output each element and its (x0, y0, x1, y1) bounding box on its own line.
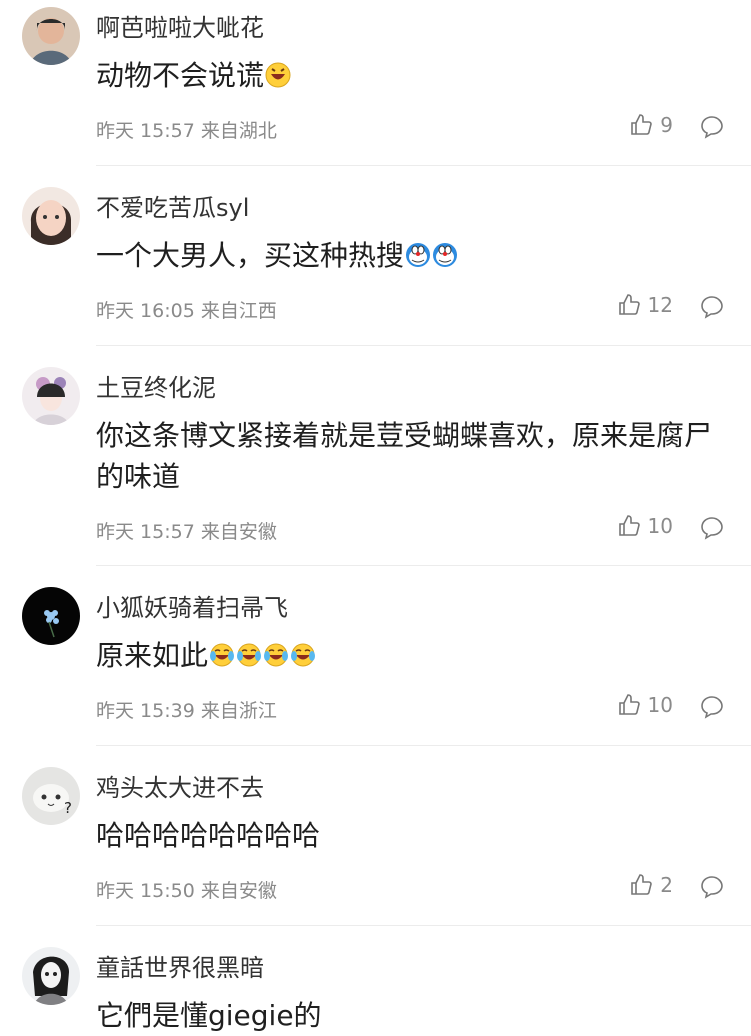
username[interactable]: 啊芭啦啦大呲花 (96, 13, 264, 43)
thumbs-up-icon (618, 515, 640, 536)
like-button[interactable]: 10 (617, 693, 673, 717)
avatar[interactable]: ? (22, 767, 80, 825)
comment-meta: 昨天 15:57 来自湖北 (96, 120, 277, 142)
comment-text: 一个大男人，买这种热搜 (96, 235, 726, 276)
doraemon-emoji-icon (406, 243, 431, 267)
laughing-emoji-icon (265, 62, 291, 88)
like-button[interactable]: 2 (629, 873, 673, 897)
comment-item: ? 鸡头太大进不去 哈哈哈哈哈哈哈哈 昨天 15:50 来自安徽 2 (0, 760, 751, 926)
svg-text:?: ? (64, 799, 72, 817)
comment-item: 小狐妖骑着扫帚飞 原来如此 昨天 15:39 来自浙江 10 (0, 580, 751, 746)
comment-bubble-icon[interactable] (699, 515, 725, 541)
comment-bubble-icon[interactable] (699, 294, 725, 320)
divider (96, 165, 751, 166)
comment-meta: 昨天 15:57 来自安徽 (96, 521, 277, 543)
tears-of-joy-emoji-icon (210, 643, 235, 667)
like-count: 10 (647, 514, 673, 538)
comment-item: 啊芭啦啦大呲花 动物不会说谎 昨天 15:57 来自湖北 9 (0, 0, 751, 166)
username[interactable]: 小狐妖骑着扫帚飞 (96, 593, 288, 623)
avatar[interactable] (22, 587, 80, 645)
thumbs-up-icon (631, 874, 653, 895)
like-count: 10 (647, 693, 673, 717)
avatar[interactable] (22, 187, 80, 245)
like-count: 9 (660, 113, 673, 137)
like-button[interactable]: 12 (617, 293, 673, 317)
like-count: 12 (647, 293, 673, 317)
avatar[interactable] (22, 367, 80, 425)
divider (96, 745, 751, 746)
comment-bubble-icon[interactable] (699, 694, 725, 720)
like-button[interactable]: 9 (629, 113, 673, 137)
comment-meta: 昨天 15:50 来自安徽 (96, 880, 277, 902)
comment-meta: 昨天 16:05 来自江西 (96, 300, 277, 322)
comment-bubble-icon[interactable] (699, 874, 725, 900)
comment-meta: 昨天 15:39 来自浙江 (96, 700, 277, 722)
comment-bubble-icon[interactable] (699, 114, 725, 140)
tears-of-joy-emoji-icon (237, 643, 262, 667)
like-count: 2 (660, 873, 673, 897)
avatar[interactable] (22, 7, 80, 65)
username[interactable]: 不爱吃苦瓜syl (96, 193, 249, 223)
tears-of-joy-emoji-icon (291, 643, 316, 667)
thumbs-up-icon (631, 114, 653, 135)
like-button[interactable]: 10 (617, 514, 673, 538)
username[interactable]: 土豆终化泥 (96, 373, 216, 403)
username[interactable]: 鸡头太大进不去 (96, 773, 264, 803)
username[interactable]: 童話世界很黑暗 (96, 953, 264, 983)
divider (96, 565, 751, 566)
tears-of-joy-emoji-icon (264, 643, 289, 667)
comment-text: 它們是懂giegie的 (96, 999, 322, 1032)
comment-text: 你这条博文紧接着就是荳受蝴蝶喜欢，原来是腐尸的味道 (96, 419, 713, 493)
avatar[interactable] (22, 947, 80, 1005)
comment-item: 童話世界很黑暗 它們是懂giegie的 (0, 940, 751, 1032)
thumbs-up-icon (618, 694, 640, 715)
divider (96, 925, 751, 926)
comment-item: 不爱吃苦瓜syl 一个大男人，买这种热搜 昨天 16:05 来自江西 12 (0, 180, 751, 346)
comment-text: 动物不会说谎 (96, 55, 726, 96)
comment-text: 哈哈哈哈哈哈哈哈 (96, 819, 321, 852)
comment-text: 原来如此 (96, 635, 726, 676)
doraemon-emoji-icon (433, 243, 458, 267)
thumbs-up-icon (618, 294, 640, 315)
divider (96, 345, 751, 346)
comment-item: 土豆终化泥 你这条博文紧接着就是荳受蝴蝶喜欢，原来是腐尸的味道 昨天 15:57… (0, 360, 751, 566)
